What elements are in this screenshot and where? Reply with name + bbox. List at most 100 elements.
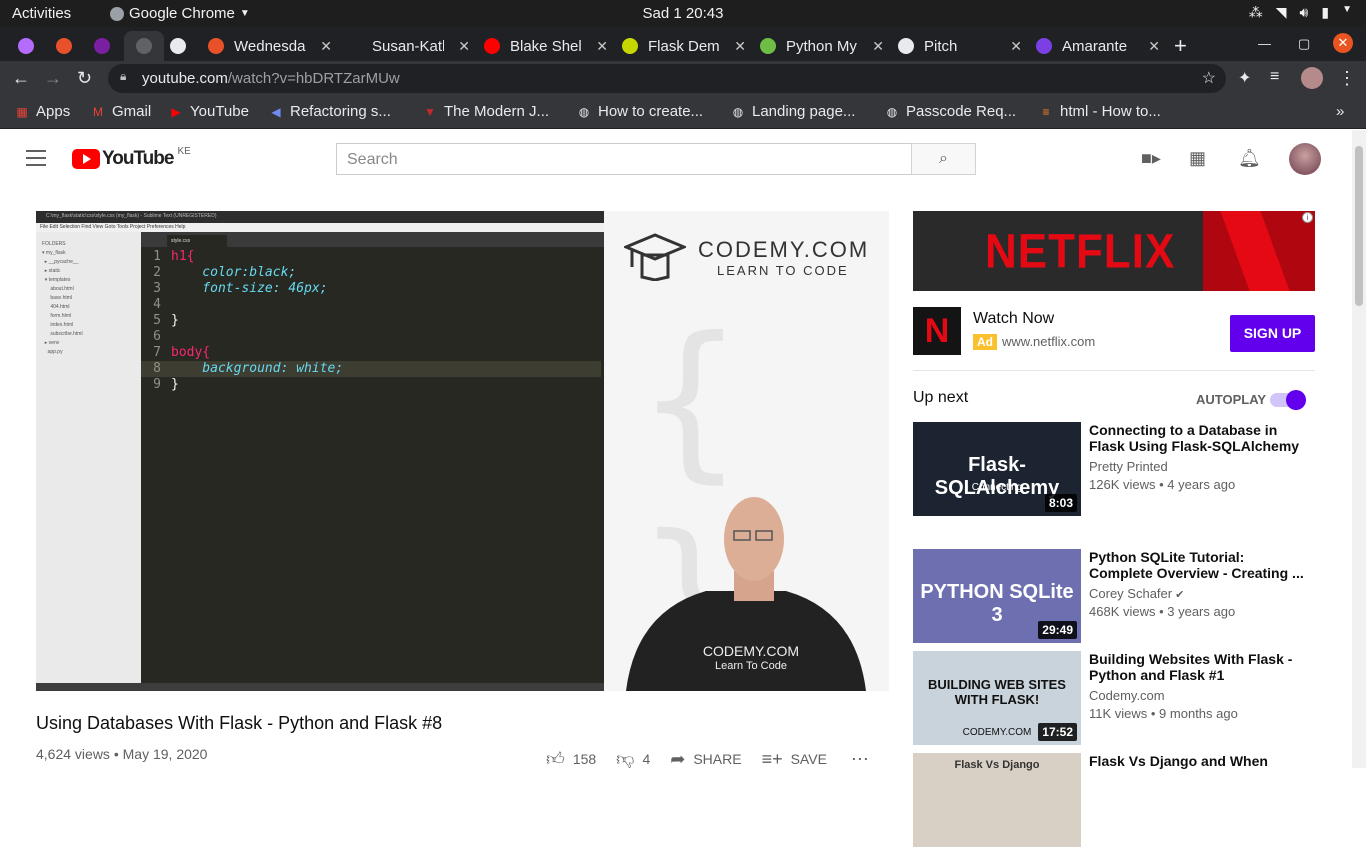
video-thumbnail[interactable]: Flask-SQLAlchemy Connecting 8:03 (913, 422, 1081, 516)
address-bar[interactable]: 🔒︎ youtube.com/watch?v=hbDRTZarMUw ☆ (108, 64, 1226, 93)
channel-name[interactable]: Codemy.com (1089, 688, 1165, 703)
app-menu[interactable]: Google Chrome ▼ (110, 5, 250, 22)
profile-avatar[interactable] (1301, 67, 1323, 89)
menu-icon[interactable] (26, 150, 46, 166)
autoplay-toggle[interactable] (1270, 390, 1306, 410)
reload-icon[interactable]: ↻ (77, 68, 92, 89)
code-line: 9} (141, 377, 601, 393)
editor-tab: style.css (167, 235, 227, 247)
create-video-icon[interactable]: ■▸ (1141, 148, 1161, 169)
netflix-logo[interactable]: N (913, 307, 961, 355)
forward-icon[interactable]: → (44, 68, 62, 89)
video-stats: 468K views • 3 years ago (1089, 604, 1236, 619)
bookmark-item[interactable]: ◀ Refactoring s... (268, 103, 391, 120)
bookmark-item[interactable]: ▼ The Modern J... (422, 103, 549, 120)
video-thumbnail[interactable]: PYTHON SQLite 3 29:49 (913, 549, 1081, 643)
notifications-bell-icon[interactable]: 🔔︎ (1238, 148, 1261, 169)
activities-button[interactable]: Activities (12, 5, 71, 22)
editor-sidebar-item: ▸ static (42, 268, 61, 274)
video-player[interactable]: C:\my_flask\static\css\style.css (my_fla… (36, 211, 889, 691)
more-bookmarks-icon[interactable]: » (1336, 103, 1344, 120)
browser-tab[interactable]: Python My ✕ (760, 31, 884, 61)
tab-close-icon[interactable]: ✕ (872, 38, 884, 55)
related-video-title[interactable]: Connecting to a Database in Flask Using … (1089, 422, 1309, 454)
share-icon[interactable]: ➦ (670, 749, 685, 770)
ad-url[interactable]: www.netflix.com (1002, 334, 1095, 349)
ad-headline[interactable]: Watch Now (973, 310, 1054, 328)
volume-icon: 🔊︎ (1299, 4, 1309, 20)
like-icon[interactable]: 👍︎ (546, 748, 565, 770)
tab-close-icon[interactable]: ✕ (1148, 38, 1160, 55)
related-video-title[interactable]: Flask Vs Django and When (1089, 753, 1309, 769)
bookmark-label: Landing page... (752, 103, 856, 120)
channel-name[interactable]: Pretty Printed (1089, 459, 1168, 474)
video-thumbnail[interactable]: BUILDING WEB SITES WITH FLASK! CODEMY.COM… (913, 651, 1081, 745)
thumbnail-subtitle: Connecting (971, 482, 1023, 493)
lock-icon[interactable]: 🔒︎ (120, 69, 126, 84)
media-controls-icon[interactable]: ≡ (1270, 68, 1279, 86)
page-scrollbar[interactable] (1352, 130, 1366, 768)
related-video-title[interactable]: Python SQLite Tutorial: Complete Overvie… (1089, 549, 1309, 581)
duration-badge: 8:03 (1044, 494, 1077, 512)
browser-tab[interactable]: Pitch ✕ (898, 31, 1022, 61)
related-video-card[interactable]: Flask-SQLAlchemy Connecting 8:03 Connecting… (913, 422, 1315, 517)
tab-close-icon[interactable]: ✕ (596, 38, 608, 55)
search-icon: ⌕ (939, 150, 948, 167)
sign-up-button[interactable]: SIGN UP (1230, 315, 1315, 352)
ad-banner[interactable]: NETFLIX (913, 211, 1315, 291)
region-code: KE (177, 145, 191, 157)
maximize-icon[interactable]: ▢ (1298, 36, 1310, 52)
browser-tab[interactable]: Susan-Kath ✕ (346, 31, 470, 61)
tab-close-icon[interactable]: ✕ (320, 38, 332, 55)
tab-close-icon[interactable]: ✕ (458, 38, 470, 55)
browser-tab[interactable] (124, 31, 164, 61)
bookmark-item[interactable]: ◍ Passcode Req... (884, 103, 1016, 120)
search-input[interactable]: Search (336, 143, 912, 175)
minimize-icon[interactable]: — (1258, 36, 1271, 51)
bookmark-item[interactable]: M Gmail (90, 103, 151, 120)
system-tray[interactable]: ⁂ ◥ 🔊︎ ▮ ▼ (1249, 4, 1352, 21)
new-tab-icon[interactable]: + (1174, 31, 1187, 61)
save-button[interactable]: SAVE (791, 751, 827, 767)
bookmark-star-icon[interactable]: ☆ (1202, 68, 1216, 88)
bookmark-item[interactable]: ◍ Landing page... (730, 103, 856, 120)
browser-tab[interactable] (170, 31, 196, 61)
browser-tab[interactable] (56, 31, 82, 61)
like-count[interactable]: 158 (573, 751, 596, 767)
share-button[interactable]: SHARE (693, 751, 741, 767)
dislike-icon[interactable]: 👎︎ (616, 748, 634, 770)
menu-kebab-icon[interactable]: ⋮ (1338, 68, 1356, 89)
tab-close-icon[interactable]: ✕ (734, 38, 746, 55)
search-button[interactable]: ⌕ (911, 143, 976, 175)
dislike-count[interactable]: 4 (642, 751, 650, 767)
browser-tab[interactable]: Wednesda ✕ (208, 31, 332, 61)
account-avatar[interactable] (1289, 143, 1321, 175)
related-video-card[interactable]: Flask Vs Django Flask Vs Django and When (913, 753, 1315, 848)
bookmark-item[interactable]: ▶ YouTube (168, 103, 249, 120)
url-host: youtube.com (142, 70, 228, 87)
browser-tab[interactable] (18, 31, 44, 61)
browser-tab[interactable]: Flask Dem ✕ (622, 31, 746, 61)
related-video-card[interactable]: BUILDING WEB SITES WITH FLASK! CODEMY.COM… (913, 651, 1315, 746)
ad-info-icon[interactable]: i (1302, 212, 1313, 223)
channel-name[interactable]: Corey Schafer ✔ (1089, 586, 1184, 601)
back-icon[interactable]: ← (12, 68, 30, 89)
bookmark-item[interactable]: ▦ Apps (14, 103, 70, 120)
tab-close-icon[interactable]: ✕ (1010, 38, 1022, 55)
browser-tab[interactable]: Amarante ✕ (1036, 31, 1160, 61)
duration-badge: 29:49 (1038, 621, 1077, 639)
browser-tab[interactable]: Blake Shel ✕ (484, 31, 608, 61)
up-next-heading: Up next (913, 389, 969, 406)
extensions-icon[interactable]: ✦ (1238, 68, 1251, 88)
more-actions-icon[interactable]: ⋯ (851, 749, 869, 770)
bookmark-item[interactable]: ≡ html - How to... (1038, 103, 1160, 120)
video-thumbnail[interactable]: Flask Vs Django (913, 753, 1081, 847)
browser-tab[interactable] (94, 31, 120, 61)
save-icon[interactable]: ≡+ (762, 749, 783, 770)
apps-grid-icon[interactable]: ▦ (1189, 148, 1206, 169)
related-video-title[interactable]: Building Websites With Flask - Python an… (1089, 651, 1309, 683)
related-video-card[interactable]: PYTHON SQLite 3 29:49 Python SQLite Tutori… (913, 549, 1315, 644)
youtube-logo[interactable]: YouTube KE (72, 145, 191, 170)
close-window-icon[interactable]: ✕ (1333, 33, 1353, 53)
bookmark-item[interactable]: ◍ How to create... (576, 103, 703, 120)
